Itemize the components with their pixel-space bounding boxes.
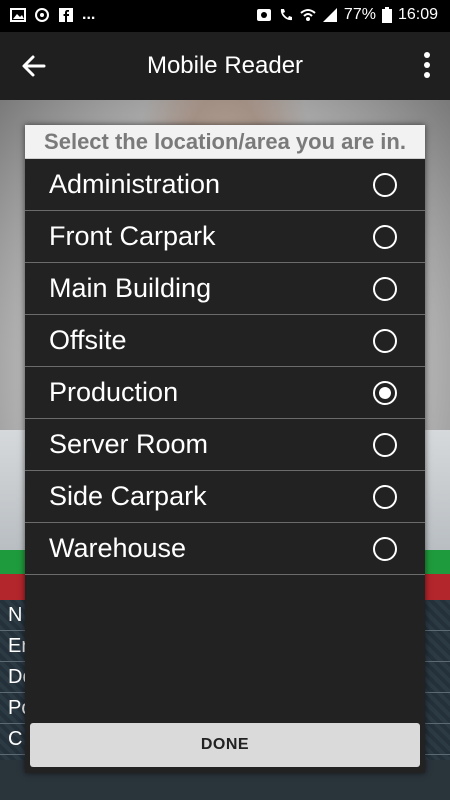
radio-button[interactable] — [373, 277, 397, 301]
status-time: 16:09 — [397, 6, 438, 23]
status-bar: ... 77% 16:09 — [0, 0, 450, 32]
location-option-offsite[interactable]: Offsite — [25, 315, 425, 367]
option-label: Production — [49, 377, 179, 407]
option-label: Warehouse — [49, 533, 187, 563]
overflow-menu-icon[interactable] — [422, 50, 432, 80]
option-label: Front Carpark — [49, 221, 216, 251]
location-option-warehouse[interactable]: Warehouse — [25, 523, 425, 575]
wifi-call-icon — [280, 9, 292, 21]
option-label: Main Building — [49, 273, 212, 303]
signal-icon — [322, 8, 337, 22]
option-label: Server Room — [49, 429, 209, 459]
radio-button[interactable] — [373, 485, 397, 509]
radio-button[interactable] — [373, 329, 397, 353]
location-select-dialog: Select the location/area you are in. Adm… — [25, 125, 425, 773]
location-option-main-building[interactable]: Main Building — [25, 263, 425, 315]
battery-icon — [381, 7, 392, 23]
location-option-administration[interactable]: Administration — [25, 159, 425, 211]
option-label: Offsite — [49, 325, 127, 355]
option-label: Administration — [49, 169, 221, 199]
dialog-title: Select the location/area you are in. — [25, 125, 425, 159]
done-button[interactable]: DONE — [30, 723, 420, 767]
wifi-icon — [300, 9, 316, 21]
location-option-production[interactable]: Production — [25, 367, 425, 419]
gallery-icon — [10, 8, 26, 22]
radio-button[interactable] — [373, 173, 397, 197]
location-option-side-carpark[interactable]: Side Carpark — [25, 471, 425, 523]
location-option-front-carpark[interactable]: Front Carpark — [25, 211, 425, 263]
radio-button-selected[interactable] — [373, 381, 397, 405]
battery-percent: 77% — [343, 6, 376, 23]
radio-button[interactable] — [373, 537, 397, 561]
app-bar: Mobile Reader — [0, 32, 450, 100]
status-ellipsis: ... — [82, 6, 96, 23]
option-label: Side Carpark — [49, 481, 207, 511]
app-title: Mobile Reader — [146, 52, 304, 79]
sync-icon — [35, 8, 49, 22]
location-option-server-room[interactable]: Server Room — [25, 419, 425, 471]
facebook-icon — [59, 8, 73, 22]
alarm-icon — [256, 9, 271, 21]
radio-button[interactable] — [373, 433, 397, 457]
radio-button[interactable] — [373, 225, 397, 249]
